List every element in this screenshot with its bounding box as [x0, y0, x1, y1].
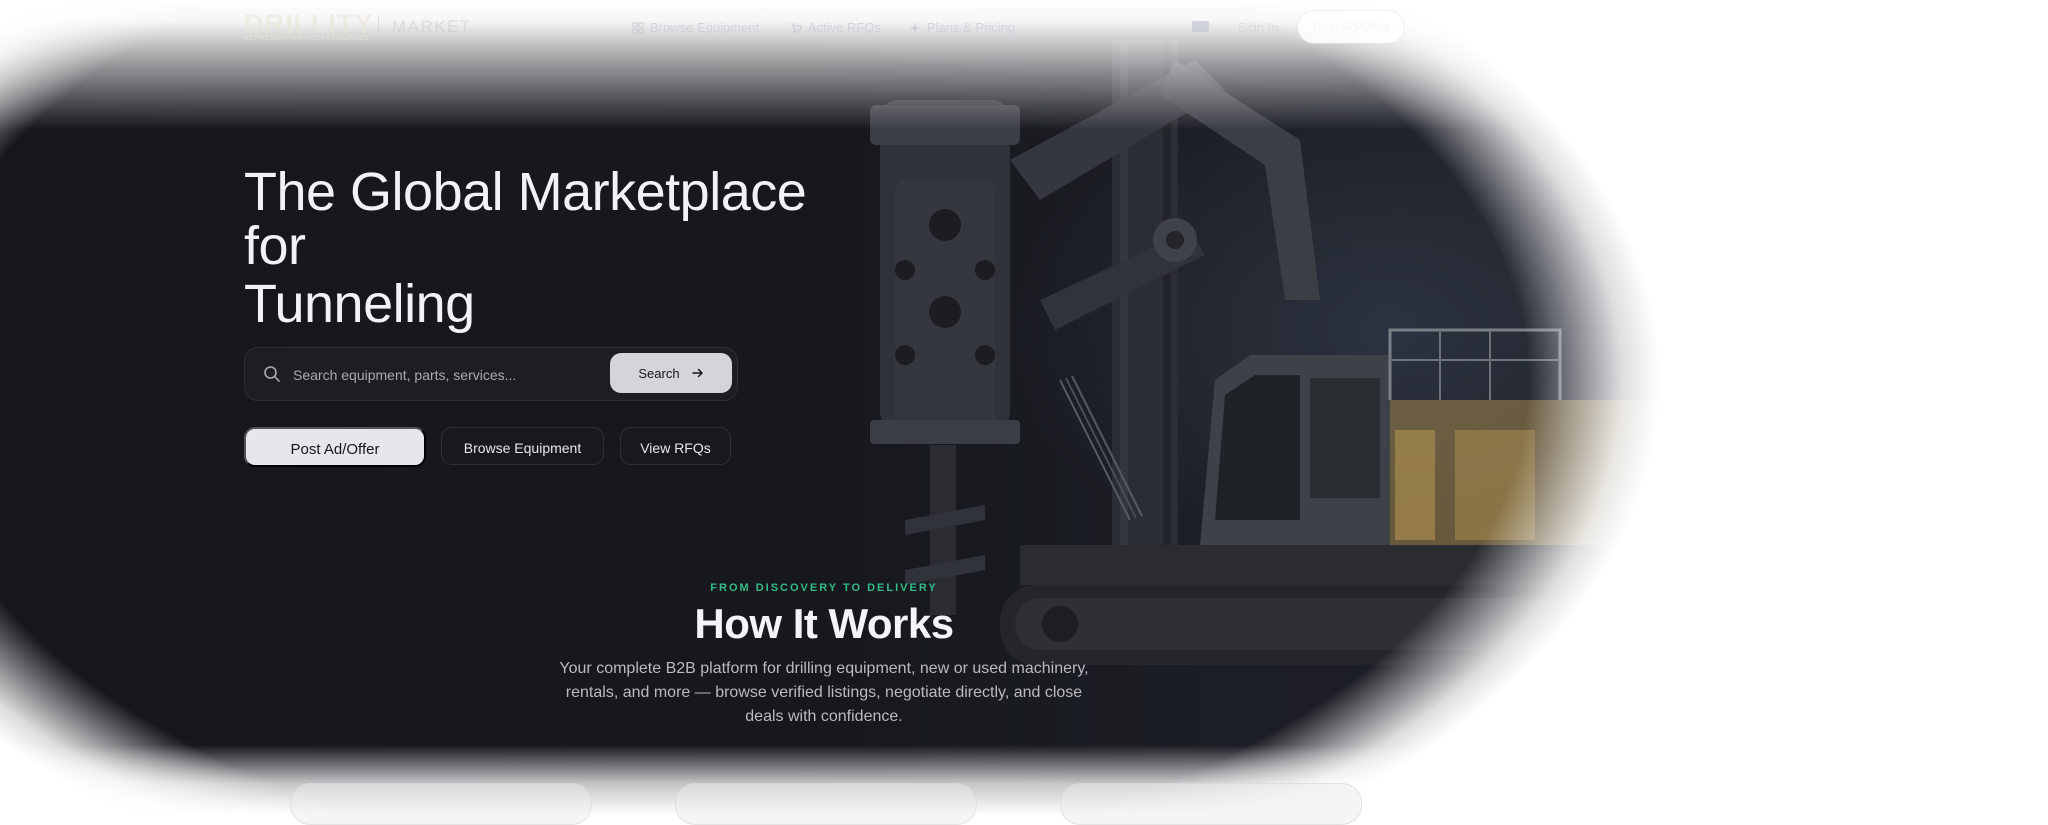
view-rfqs-button[interactable]: View RFQs — [620, 427, 731, 465]
headline-line-2: for — [244, 216, 306, 276]
section-description: Your complete B2B platform for drilling … — [559, 660, 1089, 725]
arrow-right-icon — [691, 368, 703, 378]
sign-in-link[interactable]: Sign In — [1238, 20, 1278, 35]
nav-link-active-rfqs[interactable]: Active RFQs — [790, 20, 881, 35]
cart-icon — [791, 23, 802, 33]
sparkle-icon — [909, 21, 921, 34]
section-title: How It Works — [694, 600, 954, 647]
nav-link-plans-pricing[interactable]: Plans & Pricing — [909, 20, 1015, 35]
step-card — [1060, 783, 1362, 825]
search-input[interactable] — [291, 358, 595, 392]
nav-link-label: Active RFQs — [808, 20, 881, 35]
post-ad-nav-button[interactable]: Post Ad/Offer — [1298, 11, 1404, 43]
headline-line-1: The Global Marketplace — [244, 162, 807, 222]
grid-icon — [632, 22, 644, 33]
nav-link-browse-equipment[interactable]: Browse Equipment — [632, 20, 759, 35]
logo-divider — [378, 16, 379, 38]
step-card — [675, 783, 977, 825]
logo-wordmark: DRILLITY — [244, 9, 374, 39]
section-eyebrow: FROM DISCOVERY TO DELIVERY — [710, 582, 938, 594]
navbar: DRILLITY REPRESENTING PROFESSIONALS MARK… — [0, 0, 2048, 56]
search-icon — [264, 366, 280, 382]
hero-headline: The Global Marketplace for Tunneling — [244, 165, 884, 331]
nav-link-label: Plans & Pricing — [927, 20, 1016, 35]
search-button[interactable]: Search — [610, 353, 732, 393]
search-bar: Search — [244, 347, 738, 401]
browse-equipment-button[interactable]: Browse Equipment — [441, 427, 604, 465]
uk-flag-icon[interactable] — [1192, 21, 1209, 32]
logo-tagline: REPRESENTING PROFESSIONALS — [244, 35, 369, 42]
search-button-label: Search — [638, 365, 680, 381]
post-ad-button[interactable]: Post Ad/Offer — [244, 427, 426, 467]
step-card — [290, 783, 592, 825]
logo-market-label: MARKET — [392, 17, 472, 36]
headline-line-3: Tunneling — [244, 274, 475, 334]
logo[interactable]: DRILLITY REPRESENTING PROFESSIONALS — [244, 9, 374, 43]
nav-link-label: Browse Equipment — [650, 20, 760, 35]
